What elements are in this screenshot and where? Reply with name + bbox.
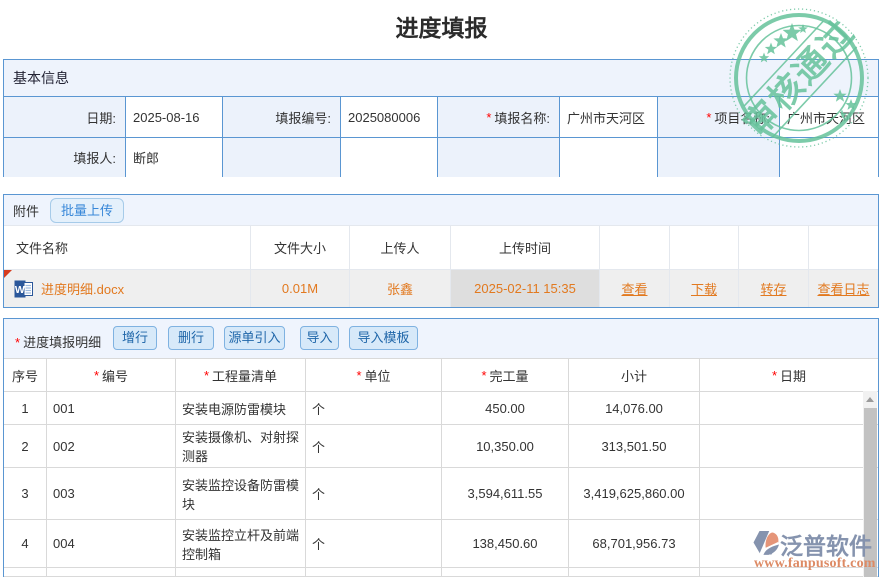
svg-text:W: W [15, 283, 25, 295]
